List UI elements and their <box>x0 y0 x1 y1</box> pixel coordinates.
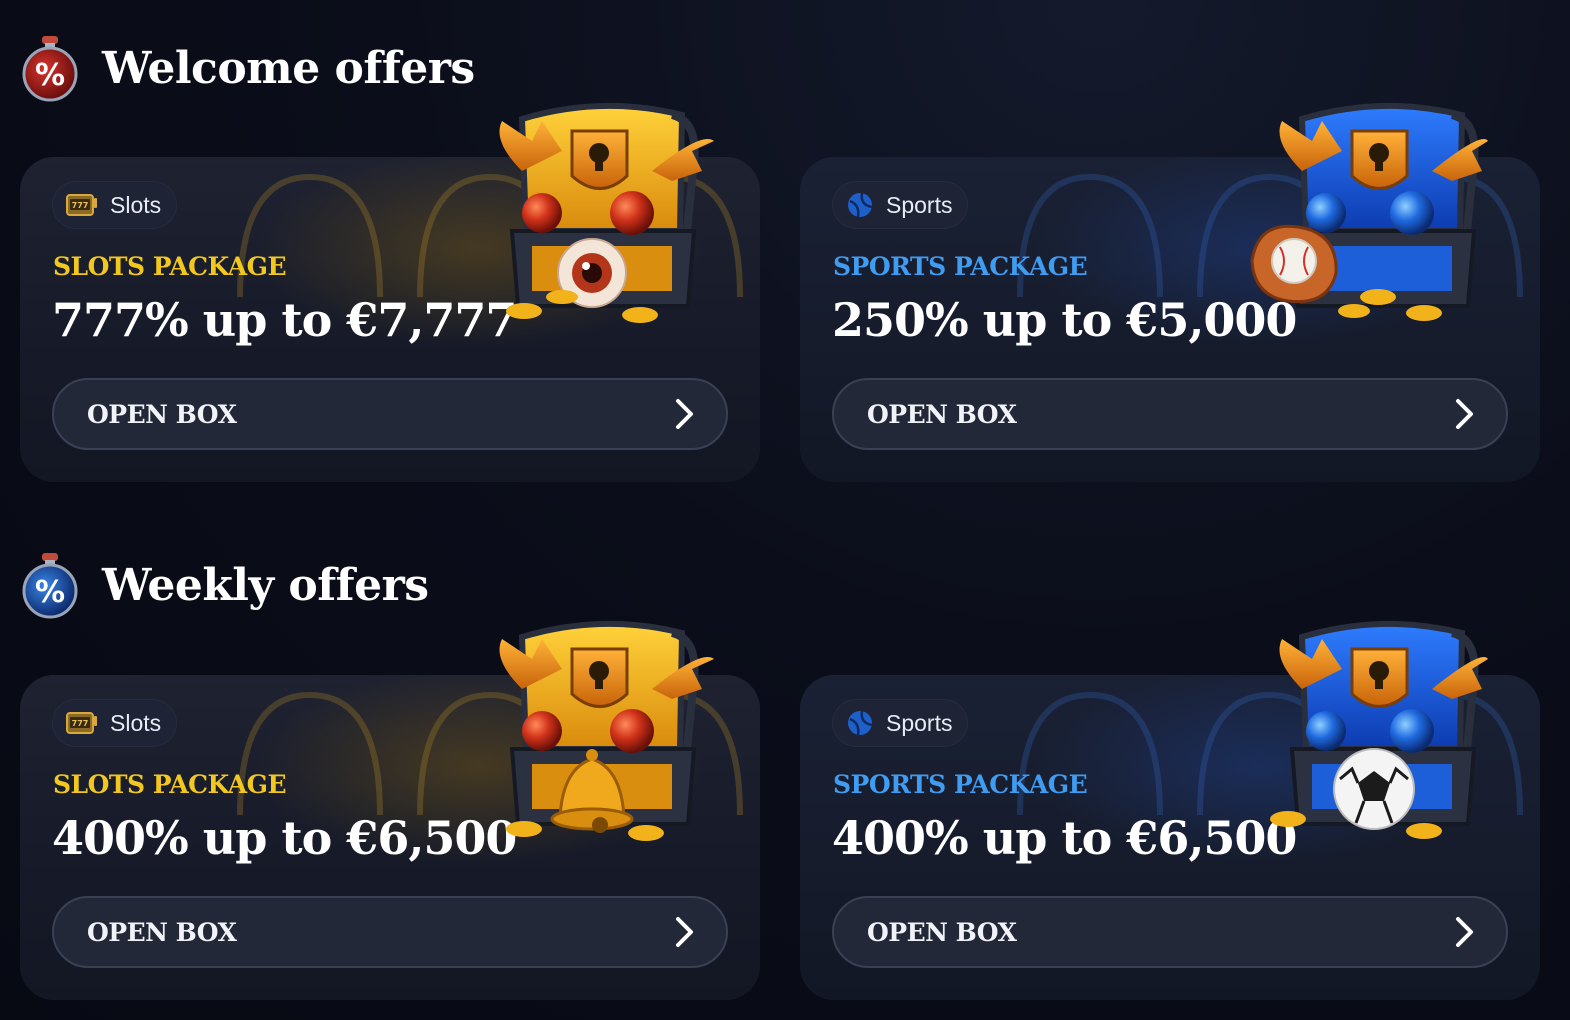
treasure-chest-blue-icon <box>1270 620 1488 839</box>
offer-card-slots-weekly[interactable]: 777 Slots SLOTS PACKAGE 400% up to €6,50… <box>20 620 760 1000</box>
svg-text:777: 777 <box>72 201 89 210</box>
category-chip[interactable]: Sports <box>832 181 969 229</box>
offer-amount: 250% up to €5,000 <box>832 293 1297 347</box>
chevron-right-icon <box>1456 399 1473 429</box>
percent-potion-red-icon: % <box>22 36 78 102</box>
section-header-welcome: % Welcome offers <box>22 34 475 102</box>
package-label: SPORTS PACKAGE <box>833 770 1088 799</box>
category-chip[interactable]: 777 Slots <box>52 181 178 229</box>
open-box-label: OPEN BOX <box>867 917 1017 947</box>
package-label: SLOTS PACKAGE <box>53 252 287 281</box>
section-title: Weekly offers <box>102 559 429 611</box>
treasure-chest-gold-icon <box>499 620 714 841</box>
open-box-button[interactable]: OPEN BOX <box>52 378 728 450</box>
slot-machine-icon: 777 <box>66 194 97 216</box>
chip-label: Slots <box>110 191 162 218</box>
chip-label: Slots <box>110 709 162 736</box>
sports-ball-icon <box>848 192 873 218</box>
section-header-weekly: % Weekly offers <box>22 551 429 619</box>
offer-amount: 400% up to €6,500 <box>832 811 1297 865</box>
chevron-right-icon <box>676 399 693 429</box>
category-chip[interactable]: 777 Slots <box>52 699 178 747</box>
section-title: Welcome offers <box>102 42 475 94</box>
sports-ball-icon <box>848 710 873 736</box>
chip-label: Sports <box>886 709 953 736</box>
offer-card-slots-welcome[interactable]: 777 Slots SLOTS PACKAGE 777% up to €7,77… <box>20 102 760 482</box>
svg-text:%: % <box>35 58 65 93</box>
slot-machine-icon: 777 <box>66 712 97 734</box>
open-box-button[interactable]: OPEN BOX <box>832 378 1508 450</box>
chip-label: Sports <box>886 191 953 218</box>
open-box-label: OPEN BOX <box>87 399 237 429</box>
treasure-chest-gold-icon <box>499 102 714 323</box>
chevron-right-icon <box>676 917 693 947</box>
offer-amount: 400% up to €6,500 <box>52 811 517 865</box>
offer-card-sports-weekly[interactable]: Sports SPORTS PACKAGE 400% up to €6,500 … <box>800 620 1540 1000</box>
percent-potion-blue-icon: % <box>22 553 78 619</box>
offer-amount: 777% up to €7,777 <box>52 293 517 347</box>
svg-text:%: % <box>35 575 65 610</box>
treasure-chest-blue-icon <box>1250 102 1488 321</box>
svg-text:777: 777 <box>72 719 89 728</box>
open-box-button[interactable]: OPEN BOX <box>52 896 728 968</box>
package-label: SLOTS PACKAGE <box>53 770 287 799</box>
open-box-button[interactable]: OPEN BOX <box>832 896 1508 968</box>
open-box-label: OPEN BOX <box>87 917 237 947</box>
chevron-right-icon <box>1456 917 1473 947</box>
package-label: SPORTS PACKAGE <box>833 252 1088 281</box>
category-chip[interactable]: Sports <box>832 699 969 747</box>
offer-card-sports-welcome[interactable]: Sports SPORTS PACKAGE 250% up to €5,000 … <box>800 102 1540 482</box>
open-box-label: OPEN BOX <box>867 399 1017 429</box>
